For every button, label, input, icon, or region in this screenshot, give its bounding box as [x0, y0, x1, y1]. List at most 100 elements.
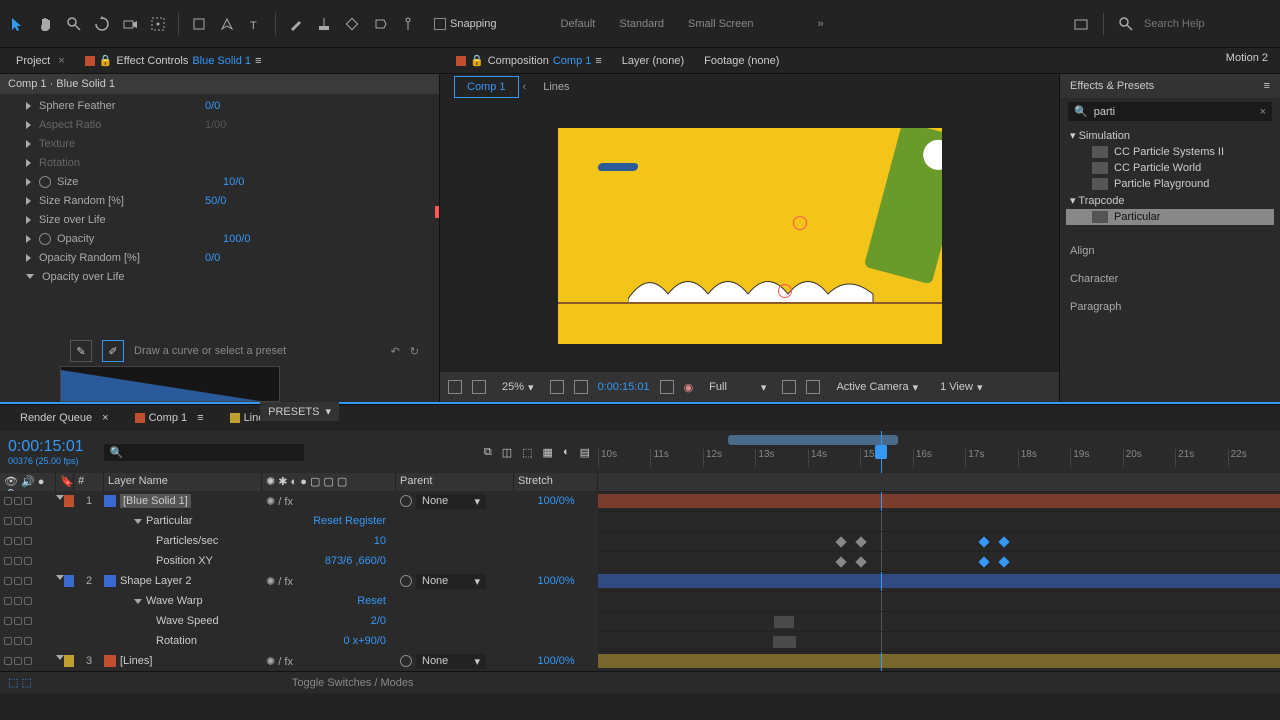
project-tab[interactable]: Project×	[6, 51, 75, 71]
keyframe-icon[interactable]	[835, 556, 846, 567]
snapshot-icon[interactable]	[660, 380, 674, 394]
panel-menu-icon[interactable]: ≡	[255, 55, 261, 67]
effects-search[interactable]: 🔍 parti ×	[1068, 102, 1272, 121]
lock-icon[interactable]: 🔒	[470, 54, 484, 67]
current-timecode[interactable]: 0:00:15:01	[8, 438, 84, 456]
view-select[interactable]: 1 View▾	[934, 379, 988, 396]
pickwhip-icon[interactable]	[400, 495, 412, 507]
layer-switches[interactable]: ✺ / fx	[262, 575, 396, 588]
prev-keyframe-icon[interactable]	[4, 597, 12, 605]
motion-tab[interactable]: Motion 2	[1214, 48, 1280, 73]
property-value[interactable]: 10/0	[223, 176, 244, 188]
keyframe-icon[interactable]	[855, 536, 866, 547]
property-value[interactable]: 10	[374, 535, 386, 547]
channel-icon[interactable]	[472, 380, 486, 394]
snapping-checkbox[interactable]	[434, 18, 446, 30]
category-trapcode[interactable]: ▾ Trapcode	[1066, 192, 1274, 209]
stretch-value[interactable]: 100/0%	[514, 575, 598, 587]
playhead[interactable]	[881, 431, 882, 473]
color-mgmt-icon[interactable]: ◉	[684, 381, 694, 394]
align-panel[interactable]: Align	[1060, 237, 1280, 265]
next-keyframe-icon[interactable]	[24, 517, 32, 525]
disclosure-icon[interactable]	[134, 519, 142, 524]
snapping-toggle[interactable]: Snapping	[434, 18, 497, 30]
keyframe-span[interactable]	[774, 616, 794, 628]
transparency-icon[interactable]	[806, 380, 820, 394]
stopwatch-icon[interactable]	[39, 176, 51, 188]
add-keyframe-icon[interactable]	[14, 617, 22, 625]
layer-bar[interactable]	[598, 654, 1280, 668]
effect-particle-playground[interactable]: Particle Playground	[1066, 176, 1274, 192]
stretch-value[interactable]: 100/0%	[514, 655, 598, 667]
fast-preview-icon[interactable]	[782, 380, 796, 394]
next-keyframe-icon[interactable]	[24, 557, 32, 565]
eraser-tool-icon[interactable]	[340, 12, 364, 36]
property-row[interactable]: Size 10/0	[0, 172, 439, 191]
timeline-comp1-tab[interactable]: Comp 1≡	[125, 408, 214, 428]
effect-cc-particle-systems[interactable]: CC Particle Systems II	[1066, 144, 1274, 160]
roto-tool-icon[interactable]	[368, 12, 392, 36]
text-tool-icon[interactable]: T	[243, 12, 267, 36]
rectangle-tool-icon[interactable]	[187, 12, 211, 36]
workspace-small[interactable]: Small Screen	[688, 18, 753, 30]
timeline-search[interactable]: 🔍	[104, 444, 304, 461]
parent-dropdown[interactable]: None▾	[416, 494, 486, 509]
next-keyframe-icon[interactable]	[24, 537, 32, 545]
comp-time[interactable]: 0:00:15:01	[598, 381, 650, 393]
layer-row[interactable]: 2 Shape Layer 2 ✺ / fx None▾ 100/0%	[0, 571, 1280, 591]
toggle-switches-icon[interactable]: ⬚ ⬚	[8, 676, 32, 689]
presets-dropdown[interactable]: PRESETS▾	[260, 402, 339, 421]
composition-tab[interactable]: 🔒 Composition Comp 1 ≡	[446, 50, 612, 71]
property-value[interactable]: 1/00	[205, 119, 226, 131]
disclosure-icon[interactable]	[134, 599, 142, 604]
property-row[interactable]: Particular Reset Register	[0, 511, 1280, 531]
layer-bar[interactable]	[598, 574, 1280, 588]
parent-dropdown[interactable]: None▾	[416, 574, 486, 589]
zoom-tool-icon[interactable]	[62, 12, 86, 36]
add-keyframe-icon[interactable]	[14, 517, 22, 525]
layer-handle[interactable]	[435, 206, 439, 218]
property-row[interactable]: Rotation	[0, 153, 439, 172]
disclosure-triangle-icon[interactable]	[26, 197, 31, 205]
disclosure-triangle-icon[interactable]	[26, 235, 31, 243]
keyframe-span[interactable]	[773, 636, 796, 648]
keyframe-icon[interactable]	[978, 556, 989, 567]
workspace-more-icon[interactable]: »	[817, 18, 823, 30]
property-row[interactable]: Opacity 100/0	[0, 229, 439, 248]
property-track[interactable]	[598, 511, 1280, 531]
lock-icon[interactable]: 🔒	[99, 54, 113, 67]
layer-tab[interactable]: Layer (none)	[612, 51, 694, 71]
next-keyframe-icon[interactable]	[24, 617, 32, 625]
property-row[interactable]: Size over Life	[0, 210, 439, 229]
anchor-point-icon[interactable]	[793, 216, 807, 230]
grid-icon[interactable]	[448, 380, 462, 394]
keyframe-icon[interactable]	[978, 536, 989, 547]
property-value[interactable]: 2/0	[371, 615, 386, 627]
disclosure-triangle-icon[interactable]	[26, 102, 31, 110]
prev-keyframe-icon[interactable]	[4, 517, 12, 525]
zoom-select[interactable]: 25%▾	[496, 379, 540, 396]
disclosure-triangle-icon[interactable]	[26, 159, 31, 167]
layer-track[interactable]	[598, 491, 1280, 511]
layer-track[interactable]	[598, 651, 1280, 671]
add-keyframe-icon[interactable]	[14, 637, 22, 645]
comp-tab-lines[interactable]: Lines	[530, 76, 582, 98]
stopwatch-icon[interactable]	[39, 233, 51, 245]
property-row[interactable]: Particles/sec 10	[0, 531, 1280, 551]
camera-tool-icon[interactable]	[118, 12, 142, 36]
next-keyframe-icon[interactable]	[24, 637, 32, 645]
pen-tool-icon[interactable]	[215, 12, 239, 36]
property-row[interactable]: Texture	[0, 134, 439, 153]
layer-name[interactable]: [Blue Solid 1]	[120, 494, 191, 508]
frame-blend-icon[interactable]: ▦	[543, 446, 553, 459]
pickwhip-icon[interactable]	[400, 655, 412, 667]
keyframe-icon[interactable]	[999, 536, 1010, 547]
property-value[interactable]: 0 x+90/0	[343, 635, 386, 647]
property-row[interactable]: Sphere Feather 0/0	[0, 96, 439, 115]
layer-disclosure-icon[interactable]	[56, 495, 64, 500]
property-track[interactable]	[598, 551, 1280, 571]
composition-canvas[interactable]	[558, 128, 942, 344]
motion-blur-icon[interactable]: ◐	[563, 446, 570, 459]
property-row[interactable]: Rotation 0 x+90/0	[0, 631, 1280, 651]
property-row[interactable]: Opacity Random [%] 0/0	[0, 248, 439, 267]
